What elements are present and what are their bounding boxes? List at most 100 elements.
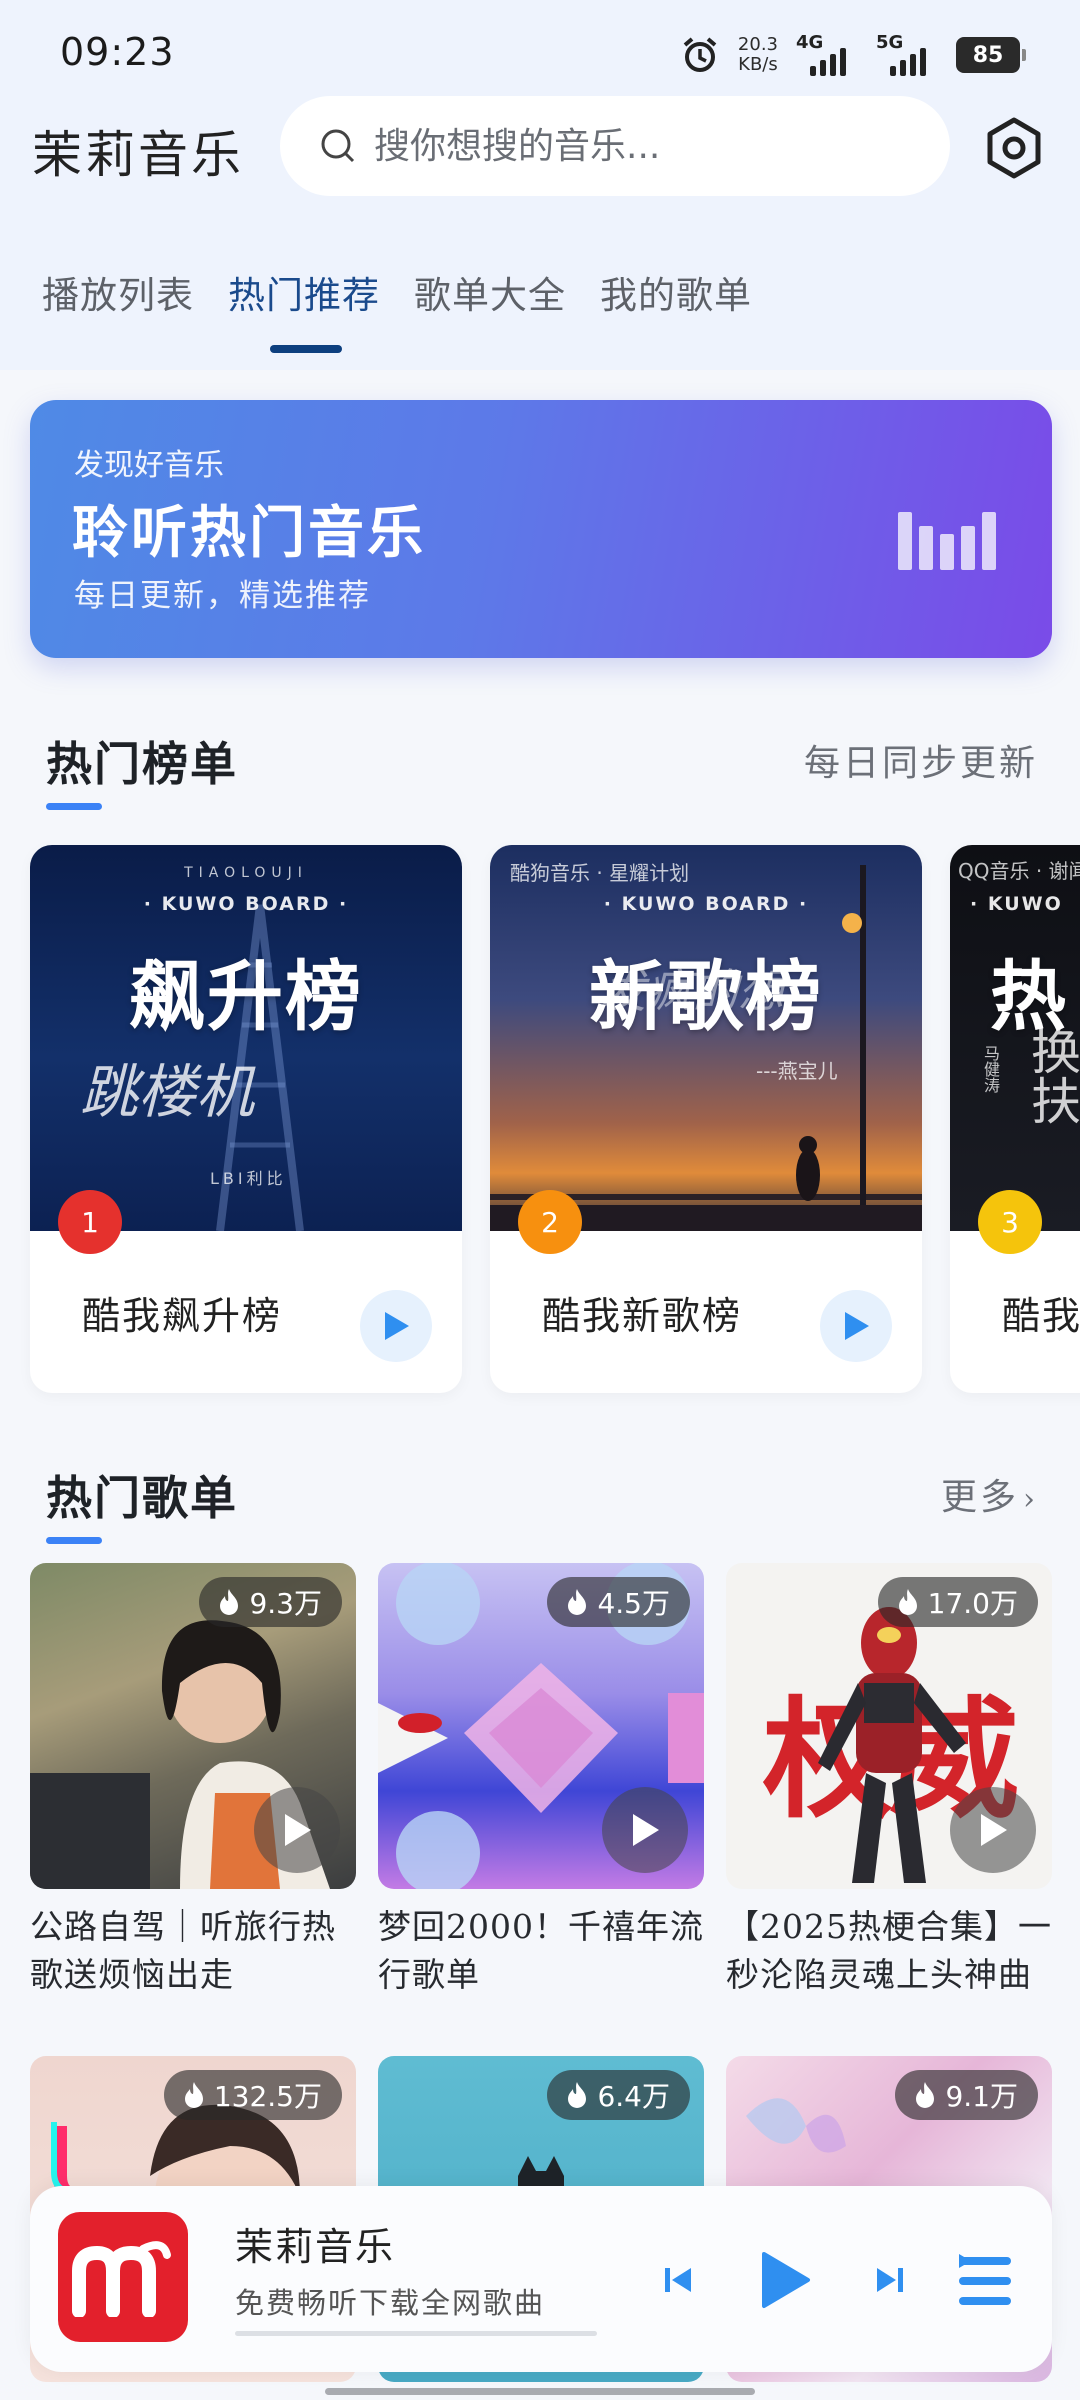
search-box[interactable] xyxy=(280,96,950,196)
chart-play-button[interactable] xyxy=(820,1290,892,1362)
cover-title: 飙升榜 xyxy=(129,952,363,1041)
playlist-queue-button[interactable] xyxy=(950,2246,1020,2316)
app-logo xyxy=(58,2212,188,2342)
tab-label: 热门推荐 xyxy=(228,274,380,317)
promo-banner[interactable]: 发现好音乐 聆听热门音乐 每日更新，精选推荐 xyxy=(30,400,1052,658)
tab-label: 播放列表 xyxy=(42,274,194,317)
play-count: 4.5万 xyxy=(597,1587,670,1620)
tab-hot-recommend[interactable]: 热门推荐 xyxy=(228,265,380,353)
play-count-badge: 9.3万 xyxy=(199,1577,342,1627)
signal-5g-label: 5G xyxy=(876,32,904,53)
chart-name: 酷我飙升榜 xyxy=(82,1294,283,1338)
tab-playlist[interactable]: 播放列表 xyxy=(42,265,194,319)
chart-cover: 酷狗音乐 · 星耀计划 · KUWO BOARD · 新歌榜 发疯的想 ---燕… xyxy=(490,845,922,1231)
chart-cover: QQ音乐 · 谢闻 · KUWO 热 换扶 马健涛 xyxy=(950,845,1080,1231)
play-icon xyxy=(285,1814,311,1846)
next-button[interactable] xyxy=(862,2252,918,2308)
play-count: 6.4万 xyxy=(597,2080,670,2113)
play-count-badge: 6.4万 xyxy=(547,2070,690,2120)
prev-button[interactable] xyxy=(650,2252,706,2308)
play-count: 9.1万 xyxy=(945,2080,1018,2113)
home-indicator[interactable] xyxy=(325,2388,755,2395)
more-link[interactable]: 更多 › xyxy=(941,1468,1038,1520)
chart-name: 酷我新歌榜 xyxy=(542,1294,743,1338)
rank-badge: 2 xyxy=(518,1190,582,1254)
cover-script: 换扶 xyxy=(1023,1025,1080,1125)
tab-bar: 播放列表 热门推荐 歌单大全 我的歌单 xyxy=(42,265,752,353)
cover-brand: · KUWO xyxy=(970,893,1063,915)
play-icon xyxy=(981,1814,1007,1846)
tab-my-playlist[interactable]: 我的歌单 xyxy=(600,265,752,319)
playlist-play-button[interactable] xyxy=(254,1787,340,1873)
section-title-charts: 热门榜单 xyxy=(46,728,238,810)
play-count-badge: 9.1万 xyxy=(895,2070,1038,2120)
alarm-icon xyxy=(680,35,720,75)
tab-playlist-collection[interactable]: 歌单大全 xyxy=(414,265,566,319)
cover-brand: · KUWO BOARD · xyxy=(603,893,809,915)
playlist-play-button[interactable] xyxy=(602,1787,688,1873)
playlist-cover: 权威 17.0万 xyxy=(726,1563,1052,1889)
cover-artist: LBI利比 xyxy=(210,1169,287,1188)
search-icon xyxy=(321,129,355,163)
status-bar: 09:23 20.3 KB/s 4G 5G 85 xyxy=(0,0,1080,110)
charts-sync-note: 每日同步更新 xyxy=(803,743,1038,784)
cover-artist: 马健涛 xyxy=(981,1045,1000,1093)
banner-subtitle: 每日更新，精选推荐 xyxy=(74,578,371,614)
cover-brand: · KUWO BOARD · xyxy=(143,893,349,915)
mini-player[interactable]: 茉莉音乐 免费畅听下载全网歌曲 xyxy=(30,2186,1052,2372)
chart-card-soaring[interactable]: TIAOLOUJI · KUWO BOARD · 飙升榜 跳楼机 LBI利比 1… xyxy=(30,845,462,1393)
cover-top-text: TIAOLOUJI xyxy=(184,865,308,881)
cover-top-text: 酷狗音乐 · 星耀计划 xyxy=(510,861,690,885)
playlist-card[interactable]: 9.3万 公路自驾｜听旅行热歌送烦恼出走 xyxy=(30,1563,356,1999)
tab-active-indicator xyxy=(270,345,342,353)
skip-previous-icon xyxy=(665,2268,691,2292)
banner-kicker: 发现好音乐 xyxy=(74,448,224,483)
play-count: 132.5万 xyxy=(213,2080,322,2113)
skip-next-icon xyxy=(877,2268,903,2292)
section-underline xyxy=(46,1537,102,1544)
playlist-card[interactable]: 权威 17.0万 【2025热梗合集】一秒沦陷灵魂上头神曲 xyxy=(726,1563,1052,1999)
play-count-badge: 4.5万 xyxy=(547,1577,690,1627)
chart-card-new-songs[interactable]: 酷狗音乐 · 星耀计划 · KUWO BOARD · 新歌榜 发疯的想 ---燕… xyxy=(490,845,922,1393)
playlist-play-button[interactable] xyxy=(950,1787,1036,1873)
fire-icon xyxy=(916,2082,935,2108)
rank-badge: 1 xyxy=(58,1190,122,1254)
playlist-title: 梦回2000！千禧年流行歌单 xyxy=(378,1907,704,1994)
chart-name: 酷我热歌榜 xyxy=(1002,1294,1080,1338)
tab-label: 我的歌单 xyxy=(600,274,752,317)
play-count: 17.0万 xyxy=(927,1587,1018,1620)
chart-play-button[interactable] xyxy=(360,1290,432,1362)
player-subtitle: 免费畅听下载全网歌曲 xyxy=(235,2286,546,2320)
playlist-cover: 4.5万 xyxy=(378,1563,704,1889)
player-title: 茉莉音乐 xyxy=(235,2225,396,2269)
rank-badge: 3 xyxy=(978,1190,1042,1254)
cover-artist: ---燕宝儿 xyxy=(756,1059,838,1083)
queue-list-icon xyxy=(959,2254,1011,2305)
battery-icon: 85 xyxy=(956,37,1026,73)
more-label: 更多 xyxy=(940,1477,1019,1518)
play-count-badge: 17.0万 xyxy=(877,1577,1038,1627)
signal-4g-label: 4G xyxy=(796,32,824,53)
app-screen: 09:23 20.3 KB/s 4G 5G 85 茉莉音乐 搜你想搜的音乐...… xyxy=(0,0,1080,2400)
play-pause-button[interactable] xyxy=(740,2236,828,2324)
play-count: 9.3万 xyxy=(249,1587,322,1620)
search-input[interactable] xyxy=(374,125,894,167)
fire-icon xyxy=(184,2082,203,2108)
app-title: 茉莉音乐 xyxy=(32,126,244,184)
chart-card-hot-songs[interactable]: QQ音乐 · 谢闻 · KUWO 热 换扶 马健涛 3 酷我热歌榜 xyxy=(950,845,1080,1393)
fire-icon xyxy=(568,2082,587,2108)
fire-icon xyxy=(568,1589,587,1615)
player-progress-bar[interactable] xyxy=(235,2331,597,2336)
fire-icon xyxy=(898,1589,917,1615)
play-icon xyxy=(845,1312,869,1340)
fire-icon xyxy=(220,1589,239,1615)
settings-icon[interactable] xyxy=(982,116,1046,180)
chevron-right-icon: › xyxy=(1023,1482,1038,1517)
section-title-playlists: 热门歌单 xyxy=(46,1462,238,1544)
playlist-title: 【2025热梗合集】一秒沦陷灵魂上头神曲 xyxy=(726,1907,1052,1994)
play-icon xyxy=(385,1312,409,1340)
cover-script: 跳楼机 xyxy=(80,1058,255,1126)
playlist-card[interactable]: 4.5万 梦回2000！千禧年流行歌单 xyxy=(378,1563,704,1999)
signal-5g-icon: 5G xyxy=(876,32,938,76)
app-logo-icon xyxy=(72,2241,171,2317)
